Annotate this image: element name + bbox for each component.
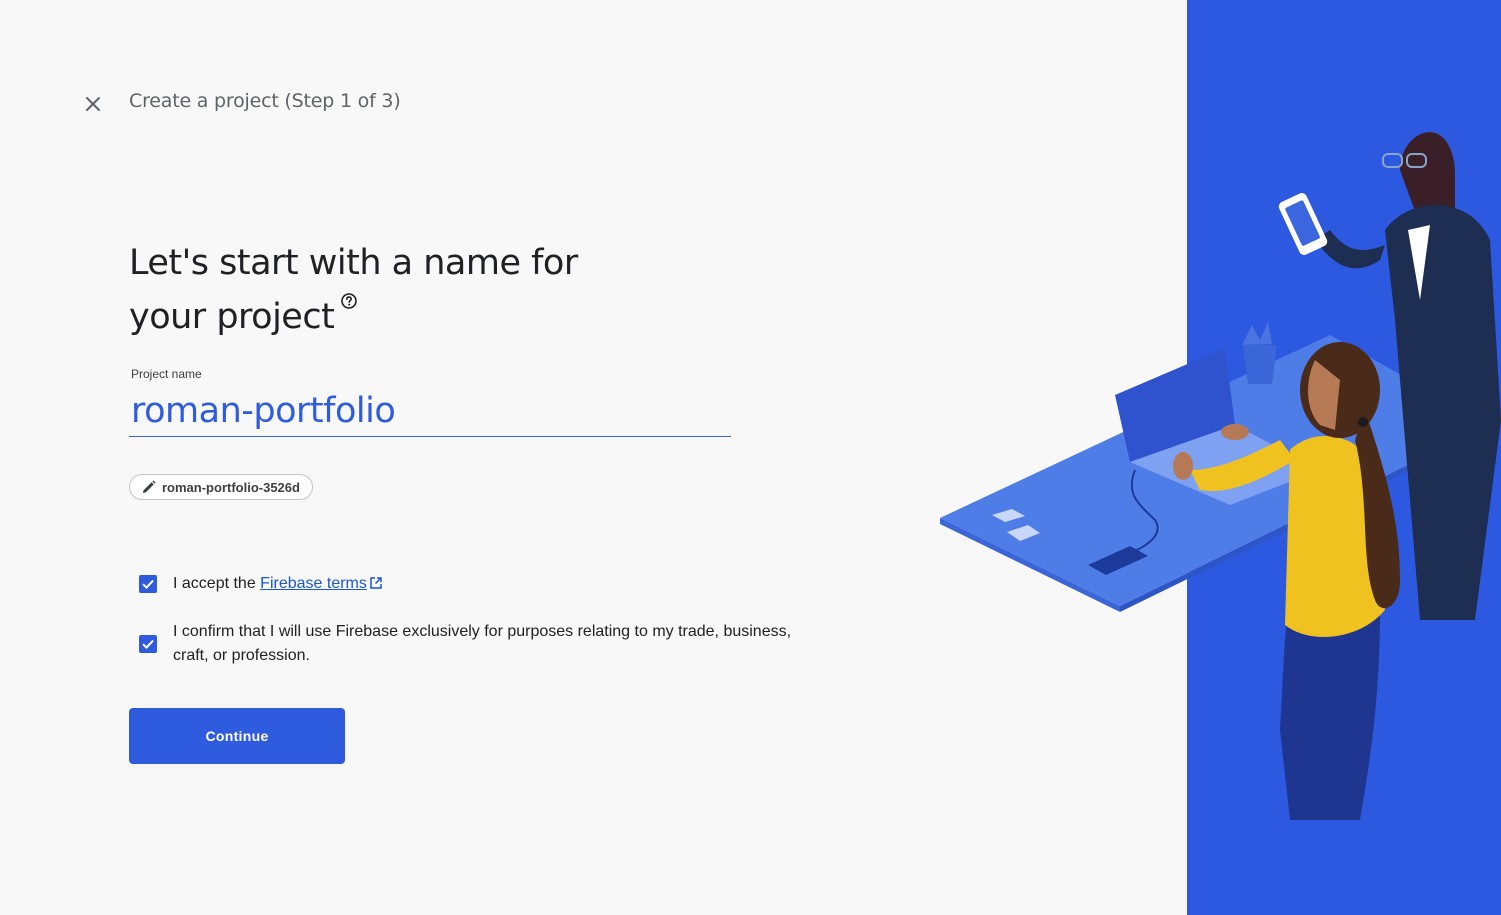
- confirm-checkbox[interactable]: [139, 635, 157, 653]
- page-heading: Let's start with a name for your project: [129, 236, 649, 344]
- project-id-text: roman-portfolio-3526d: [162, 479, 300, 495]
- confirm-text: I confirm that I will use Firebase exclu…: [173, 623, 792, 664]
- project-name-input[interactable]: [129, 386, 731, 437]
- project-id-chip[interactable]: roman-portfolio-3526d: [129, 474, 313, 500]
- terms-text-prefix: I accept the: [173, 575, 261, 592]
- team-illustration: [940, 0, 1501, 915]
- step-title: Create a project (Step 1 of 3): [129, 90, 401, 112]
- checkmark-icon: [142, 579, 154, 590]
- terms-text: I accept the Firebase terms: [173, 572, 803, 596]
- terms-checkbox-row: I accept the Firebase terms: [139, 572, 803, 596]
- checkmark-icon: [142, 639, 154, 650]
- confirm-checkbox-row: I confirm that I will use Firebase exclu…: [139, 620, 803, 668]
- close-icon: [86, 97, 100, 111]
- pencil-icon: [143, 480, 156, 493]
- terms-checkbox[interactable]: [139, 575, 157, 593]
- firebase-terms-link[interactable]: Firebase terms: [260, 575, 367, 592]
- continue-button[interactable]: Continue: [129, 708, 345, 764]
- help-circle-icon[interactable]: [340, 272, 358, 309]
- close-button[interactable]: [80, 91, 106, 117]
- project-name-label: Project name: [131, 367, 202, 381]
- open-in-new-icon: [370, 577, 382, 589]
